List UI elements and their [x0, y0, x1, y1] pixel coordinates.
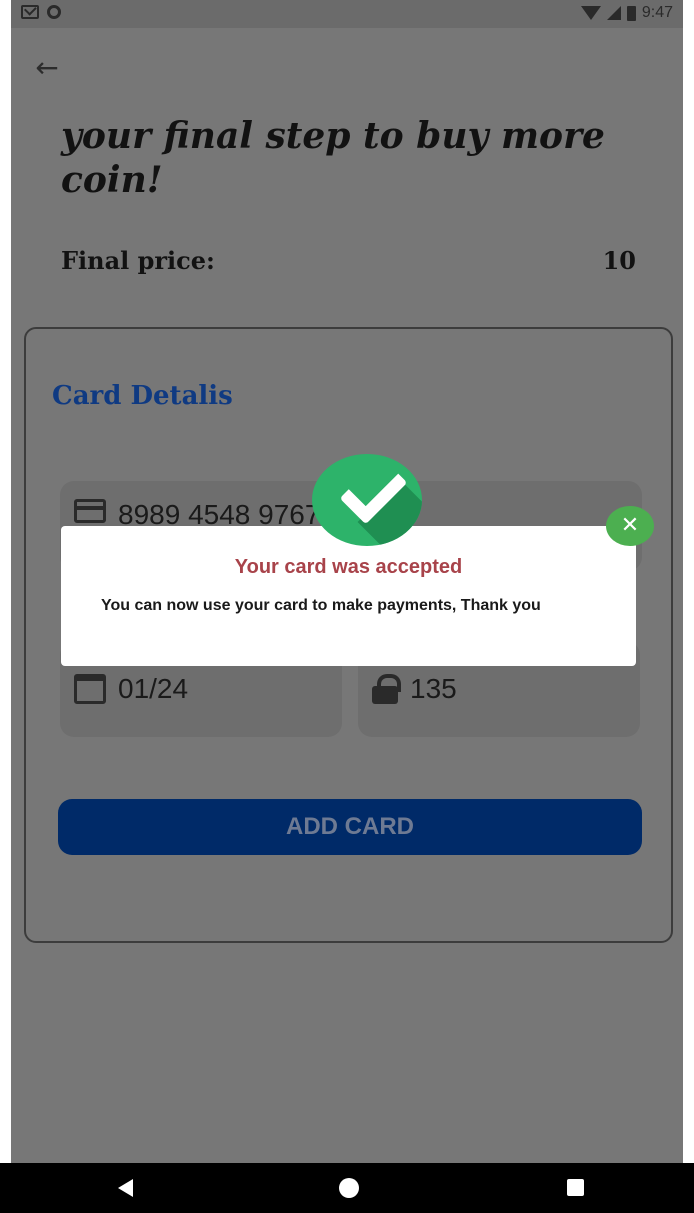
- status-bar-left: [21, 5, 61, 19]
- status-time: 9:47: [641, 4, 673, 21]
- arrow-left-icon: ←: [35, 51, 59, 84]
- expiry-value: 01/24: [118, 673, 189, 704]
- wifi-icon: [580, 6, 601, 20]
- price-row: Final price: 10: [61, 242, 636, 278]
- close-dialog-button[interactable]: ✕: [606, 506, 654, 546]
- status-bar: 9:47: [11, 0, 683, 28]
- battery-icon: [626, 5, 636, 21]
- nav-recents-icon[interactable]: [567, 1179, 584, 1196]
- nav-home-icon[interactable]: [339, 1178, 359, 1198]
- navigation-bar: [0, 1163, 694, 1213]
- check-icon: [312, 454, 422, 546]
- calendar-icon: [74, 674, 106, 704]
- back-button[interactable]: ←: [31, 52, 63, 84]
- nav-back-icon[interactable]: [118, 1179, 133, 1197]
- close-icon: ✕: [620, 513, 640, 538]
- add-card-button[interactable]: ADD CARD: [58, 799, 642, 855]
- success-dialog: Your card was accepted You can now use y…: [61, 526, 636, 666]
- price-label: Final price:: [61, 245, 215, 275]
- lock-icon: [372, 674, 401, 704]
- credit-card-icon: [74, 499, 106, 523]
- signal-icon: [606, 6, 621, 20]
- app-screen: 9:47 ← your final step to buy more coin!…: [11, 0, 683, 1213]
- price-value: 10: [602, 245, 636, 275]
- sync-icon: [47, 5, 61, 19]
- gmail-icon: [21, 5, 39, 19]
- cvv-value: 135: [410, 673, 457, 704]
- page-title: your final step to buy more coin!: [61, 115, 605, 201]
- dialog-message: You can now use your card to make paymen…: [101, 597, 541, 614]
- status-bar-right: 9:47: [580, 4, 673, 22]
- dialog-title: Your card was accepted: [234, 556, 463, 578]
- card-details-title: Card Detalis: [52, 381, 233, 411]
